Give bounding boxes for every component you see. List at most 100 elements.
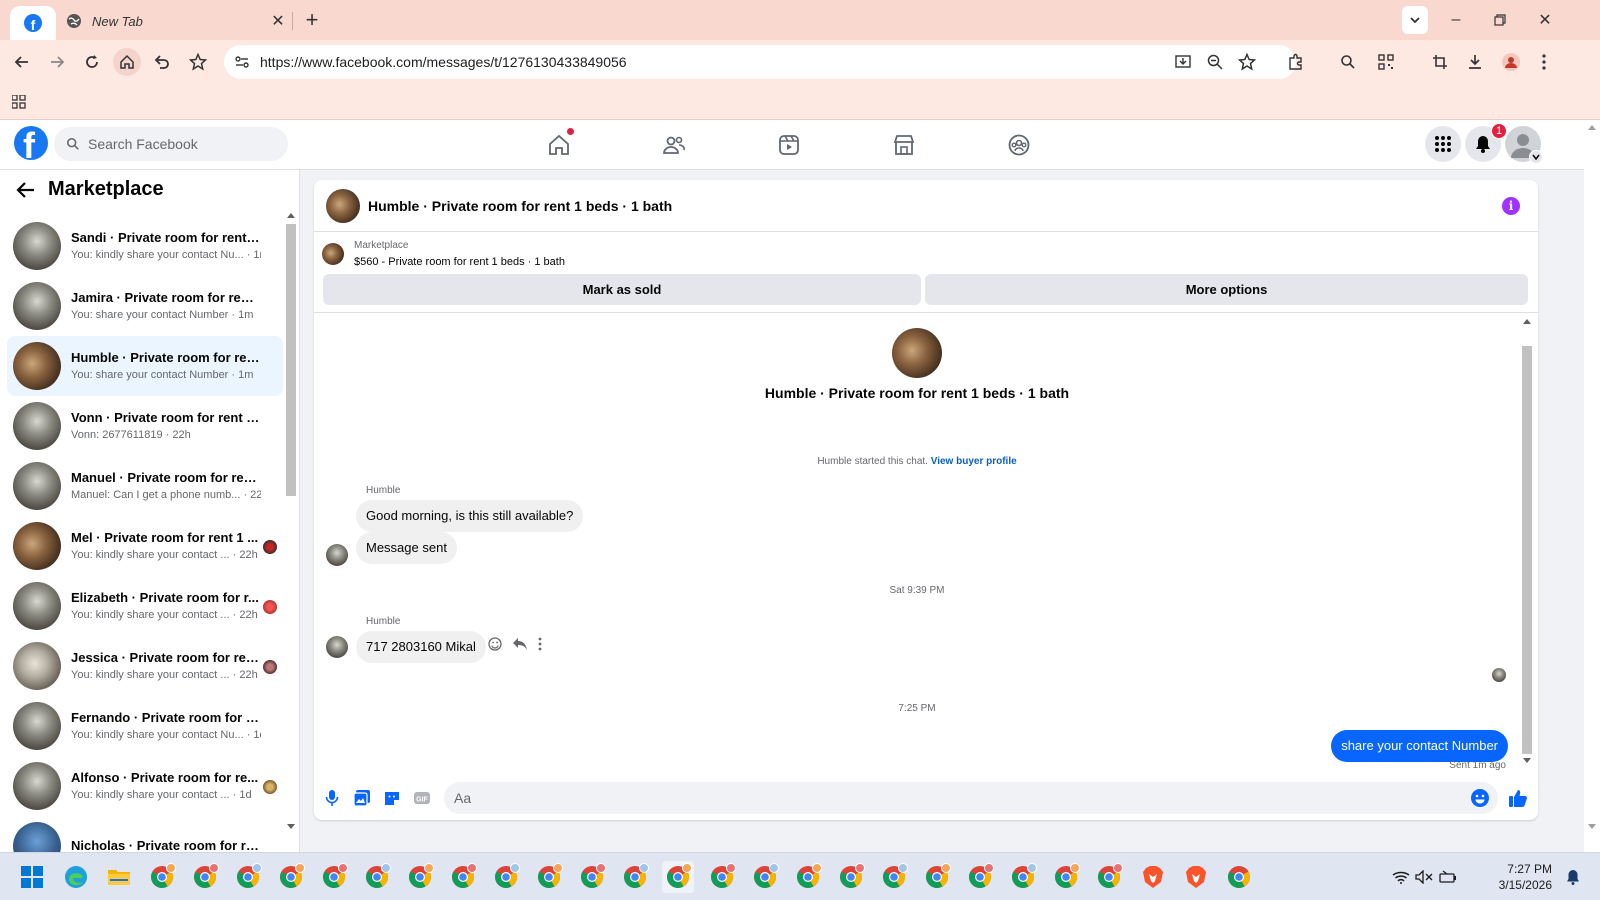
nav-friends-button[interactable] [659, 130, 689, 160]
taskbar-chrome-window[interactable] [749, 861, 781, 893]
home-button[interactable] [113, 48, 141, 76]
conversation-item[interactable]: Nicholas · Private room for rent... [7, 816, 283, 852]
facebook-logo-icon[interactable]: f [14, 126, 48, 160]
address-bar[interactable]: https://www.facebook.com/messages/t/1276… [224, 45, 1296, 79]
info-icon[interactable]: i [1502, 197, 1520, 215]
nav-video-button[interactable] [774, 130, 804, 160]
notification-center[interactable] [1562, 861, 1584, 893]
scroll-down-icon[interactable] [1523, 758, 1531, 764]
scroll-down-icon[interactable] [287, 824, 295, 830]
chat-scrollbar[interactable] [1520, 314, 1534, 770]
close-window-button[interactable]: ✕ [1533, 6, 1557, 34]
taskbar-chrome-window[interactable] [533, 861, 565, 893]
conversation-item[interactable]: Elizabeth · Private room for r... You: k… [7, 576, 283, 636]
taskbar-chrome-window[interactable] [232, 861, 264, 893]
extensions-button[interactable] [1282, 48, 1310, 76]
sidebar-scroll-thumb[interactable] [286, 224, 296, 496]
nav-groups-button[interactable] [1004, 130, 1034, 160]
undo-button[interactable] [148, 48, 176, 76]
conversation-item[interactable]: Alfonso · Private room for re... You: ki… [7, 756, 283, 816]
downloads-button[interactable] [1461, 48, 1489, 76]
browser-menu-button[interactable] [1530, 48, 1558, 76]
attach-photo-button[interactable] [352, 788, 372, 808]
taskbar-edge[interactable] [60, 861, 92, 893]
conversation-item-active[interactable]: Humble · Private room for rent ... You: … [7, 336, 283, 396]
taskbar-brave[interactable] [1137, 861, 1169, 893]
tab-new-tab[interactable]: New Tab ✕ [56, 6, 288, 36]
reply-icon[interactable] [512, 637, 528, 651]
scroll-up-icon[interactable] [1523, 318, 1531, 324]
restore-button[interactable] [1488, 6, 1512, 34]
crop-button[interactable] [1426, 48, 1454, 76]
sender-avatar[interactable] [326, 544, 348, 566]
more-vertical-icon[interactable] [538, 637, 542, 651]
taskbar-file-explorer[interactable] [103, 861, 135, 893]
chat-header-avatar[interactable] [326, 188, 360, 223]
taskbar-chrome-window[interactable] [318, 861, 350, 893]
taskbar-chrome-window[interactable] [361, 861, 393, 893]
scroll-down-icon[interactable] [1588, 824, 1596, 830]
site-settings-icon[interactable] [234, 54, 250, 70]
taskbar-chrome-window[interactable] [490, 861, 522, 893]
sticker-button[interactable] [382, 788, 402, 808]
back-button[interactable] [8, 48, 36, 76]
menu-button[interactable] [1425, 126, 1461, 162]
react-smiley-icon[interactable] [488, 637, 502, 651]
zoom-icon[interactable] [1206, 53, 1224, 71]
conversation-item[interactable]: Sandi · Private room for rent 1 ... You:… [7, 216, 283, 276]
message-bubble-incoming[interactable]: 717 2803160 Mikal [356, 631, 486, 663]
search-bar[interactable] [54, 127, 288, 161]
scroll-up-icon[interactable] [1588, 124, 1596, 130]
taskbar-chrome-window[interactable] [189, 861, 221, 893]
listing-summary[interactable]: Marketplace $560 - Private room for rent… [322, 238, 565, 270]
search-input[interactable] [88, 136, 268, 152]
reload-button[interactable] [78, 48, 106, 76]
bookmark-button[interactable] [184, 48, 212, 76]
conversation-item[interactable]: Mel · Private room for rent 1 ... You: k… [7, 516, 283, 576]
volume-status[interactable] [1413, 861, 1435, 893]
profile-button[interactable] [1497, 48, 1525, 76]
buyer-avatar[interactable] [892, 328, 942, 378]
conversation-item[interactable]: Jamira · Private room for rent 1 ... You… [7, 276, 283, 336]
taskbar-chrome-window[interactable] [835, 861, 867, 893]
taskbar-chrome-window[interactable] [1007, 861, 1039, 893]
wifi-status[interactable] [1390, 861, 1412, 893]
conversation-item[interactable]: Manuel · Private room for rent ... Manue… [7, 456, 283, 516]
taskbar-chrome-window[interactable] [792, 861, 824, 893]
voice-clip-button[interactable] [322, 788, 342, 808]
message-input[interactable] [454, 782, 1454, 814]
like-button[interactable] [1508, 788, 1528, 808]
message-bubble-incoming[interactable]: Good morning, is this still available? [356, 500, 584, 532]
tab-search-button[interactable] [1402, 6, 1428, 34]
conversation-item[interactable]: Fernando · Private room for ren... You: … [7, 696, 283, 756]
message-input-container[interactable] [444, 782, 1498, 814]
taskbar-chrome-window[interactable] [1093, 861, 1125, 893]
taskbar-chrome-window[interactable] [146, 861, 178, 893]
conversation-item[interactable]: Jessica · Private room for ren... You: k… [7, 636, 283, 696]
new-tab-button[interactable]: + [300, 7, 324, 33]
taskbar-chrome-window[interactable] [1050, 861, 1082, 893]
emoji-icon[interactable] [1470, 788, 1490, 808]
mark-as-sold-button[interactable]: Mark as sold [323, 274, 921, 305]
close-tab-icon[interactable]: ✕ [268, 11, 288, 31]
nav-marketplace-button[interactable] [889, 130, 919, 160]
back-arrow-icon[interactable] [16, 180, 36, 200]
taskbar-chrome-window[interactable] [921, 861, 953, 893]
taskbar-brave[interactable] [1180, 861, 1212, 893]
forward-button[interactable] [43, 48, 71, 76]
minimize-button[interactable]: – [1444, 6, 1468, 34]
url-text[interactable]: https://www.facebook.com/messages/t/1276… [260, 54, 627, 70]
view-buyer-profile-link[interactable]: View buyer profile [931, 456, 1017, 467]
notifications-button[interactable]: 1 [1465, 123, 1507, 162]
taskbar-chrome-window[interactable] [1223, 861, 1255, 893]
battery-status[interactable] [1437, 861, 1459, 893]
taskbar-chrome-window[interactable] [447, 861, 479, 893]
message-bubble-incoming[interactable]: Message sent [356, 532, 457, 564]
taskbar-chrome-window[interactable] [706, 861, 738, 893]
search-tabs-button[interactable] [1334, 48, 1362, 76]
sender-avatar[interactable] [326, 636, 348, 658]
chat-scroll-thumb[interactable] [1522, 346, 1532, 754]
message-bubble-outgoing[interactable]: share your contact Number [1331, 730, 1508, 762]
tab-facebook[interactable]: f [10, 6, 56, 40]
conversation-item[interactable]: Vonn · Private room for rent 1 b... Vonn… [7, 396, 283, 456]
